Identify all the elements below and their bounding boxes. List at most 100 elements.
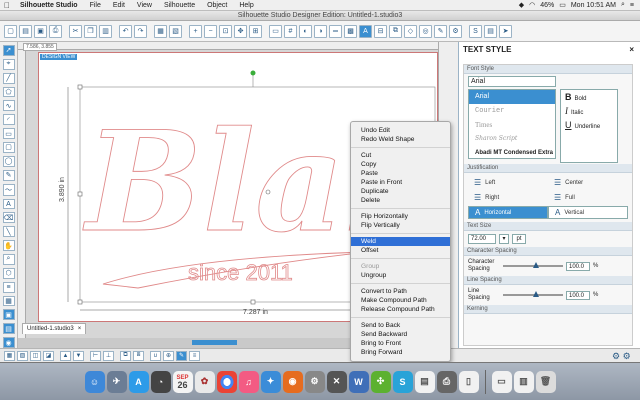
word-icon[interactable]: W xyxy=(348,370,369,393)
dropbox-icon[interactable]: ◆ xyxy=(519,1,524,9)
handle-bottom-left[interactable] xyxy=(77,299,83,305)
arc-tool-icon[interactable]: ◜ xyxy=(2,114,15,126)
align-center-icon[interactable]: ⊥ xyxy=(103,350,114,361)
menu-item-duplicate[interactable]: Duplicate xyxy=(351,187,450,196)
trash-icon[interactable]: 🗑 xyxy=(535,370,556,393)
vertical-text-option[interactable]: A Vertical xyxy=(548,206,628,219)
rounded-rect-tool-icon[interactable]: ▢ xyxy=(2,142,15,153)
store-view-toggle-icon[interactable]: ◉ xyxy=(2,337,15,349)
menu-item-flip-vertically[interactable]: Flip Vertically xyxy=(351,221,450,230)
font-item-abadi[interactable]: Abadi MT Condensed Extra xyxy=(469,146,555,160)
justify-right-option[interactable]: ☰ Right xyxy=(468,191,548,204)
menu-item-redo-weld-shape[interactable]: Redo Weld Shape xyxy=(351,135,450,144)
page-setup-icon[interactable]: ▭ xyxy=(269,24,282,38)
menu-file[interactable]: File xyxy=(84,2,107,9)
menu-item-paste[interactable]: Paste xyxy=(351,169,450,178)
cut-border-icon[interactable]: ▦ xyxy=(2,295,15,307)
zoom-tool-icon[interactable]: ⌕ xyxy=(2,254,15,265)
modify-icon[interactable]: ◇ xyxy=(404,24,417,38)
text-size-unit[interactable]: pt xyxy=(512,234,526,244)
font-item-arial[interactable]: Arial xyxy=(469,90,555,104)
text-style-icon[interactable]: A xyxy=(359,24,372,38)
underline-option[interactable]: U Underline xyxy=(561,118,617,132)
printer-icon[interactable]: ⎙ xyxy=(436,370,457,393)
ungroup-icon[interactable]: ▧ xyxy=(17,350,28,361)
downloads-icon[interactable]: ▭ xyxy=(491,370,512,393)
horizontal-scrollbar[interactable] xyxy=(192,340,237,345)
undo-icon[interactable]: ↶ xyxy=(119,24,132,38)
handle-bottom-mid[interactable] xyxy=(250,299,256,305)
notifications-icon[interactable]: ≡ xyxy=(630,2,634,9)
zoom-box-icon[interactable]: ⊡ xyxy=(219,24,232,38)
menu-item-cut[interactable]: Cut xyxy=(351,151,450,160)
copy-icon[interactable]: ❐ xyxy=(84,24,97,38)
apple-icon[interactable]:  xyxy=(0,1,14,10)
cut-icon[interactable]: ✂ xyxy=(69,24,82,38)
utility-icon[interactable]: ✕ xyxy=(326,370,347,393)
offset-icon[interactable]: ◎ xyxy=(419,24,432,38)
polygon-tool-icon[interactable]: ⬠ xyxy=(2,86,15,98)
menu-item-weld[interactable]: Weld xyxy=(351,237,450,246)
font-name-input[interactable]: Arial xyxy=(468,76,556,87)
horizontal-text-option[interactable]: A Horizontal xyxy=(468,206,548,219)
rectangle-tool-icon[interactable]: ▭ xyxy=(2,128,15,140)
character-spacing-input[interactable]: 100.0 xyxy=(566,261,590,271)
grid-icon[interactable]: # xyxy=(284,24,297,38)
fill-color-icon[interactable]: ◐ xyxy=(299,24,312,38)
app-store-icon[interactable]: A xyxy=(128,370,149,393)
cut-settings-icon[interactable]: ⚙ xyxy=(449,24,462,38)
menu-view[interactable]: View xyxy=(131,2,158,9)
app-green-icon[interactable]: ✣ xyxy=(370,370,391,393)
library-view-toggle-icon[interactable]: ▤ xyxy=(2,323,15,335)
layer-icon[interactable]: ≡ xyxy=(2,281,15,293)
save-icon[interactable]: ▣ xyxy=(34,24,47,38)
library-icon[interactable]: ▤ xyxy=(484,24,497,38)
system-preferences-icon[interactable]: ⚙ xyxy=(304,370,325,393)
launchpad-icon[interactable]: ✈ xyxy=(106,370,127,393)
menu-item-convert-to-path[interactable]: Convert to Path xyxy=(351,287,450,296)
new-icon[interactable]: ▢ xyxy=(4,24,17,38)
send-back-icon[interactable]: ▼ xyxy=(73,350,84,361)
italic-option[interactable]: I Italic xyxy=(561,104,617,118)
pan-icon[interactable]: ✥ xyxy=(234,24,247,38)
select-icon[interactable]: ▦ xyxy=(154,24,167,38)
text-size-input[interactable]: 72.00 xyxy=(468,234,496,244)
menu-item-delete[interactable]: Delete xyxy=(351,196,450,205)
zoom-out-icon[interactable]: − xyxy=(204,24,217,38)
bold-option[interactable]: B Bold xyxy=(561,90,617,104)
redo-icon[interactable]: ↷ xyxy=(134,24,147,38)
weld-icon[interactable]: ∪ xyxy=(150,350,161,361)
close-tab-icon[interactable]: × xyxy=(78,326,82,332)
folder-icon[interactable]: ▥ xyxy=(513,370,534,393)
replicate-left-icon[interactable]: ⧉ xyxy=(120,350,131,361)
paste-icon[interactable]: ▥ xyxy=(99,24,112,38)
design-view-toggle-icon[interactable]: ▣ xyxy=(2,309,15,321)
handle-top-left[interactable] xyxy=(77,84,83,90)
align-icon[interactable]: ⊟ xyxy=(374,24,387,38)
menu-item-release-compound-path[interactable]: Release Compound Path xyxy=(351,305,450,314)
ellipse-tool-icon[interactable]: ◯ xyxy=(2,155,15,167)
menu-item-make-compound-path[interactable]: Make Compound Path xyxy=(351,296,450,305)
wifi-icon[interactable]: ◠ xyxy=(529,1,535,9)
spotlight-icon[interactable]: ⌕ xyxy=(621,1,625,9)
edit-points-icon[interactable]: ⌖ xyxy=(2,58,15,70)
clock[interactable]: Mon 10:51 AM xyxy=(571,2,616,9)
font-item-sharon-script[interactable]: Sharon Script xyxy=(469,132,555,146)
edit-shape-icon[interactable]: ✎ xyxy=(176,350,187,361)
zoom-in-icon[interactable]: + xyxy=(189,24,202,38)
menu-object[interactable]: Object xyxy=(201,2,233,9)
smooth-freehand-icon[interactable]: 〜 xyxy=(2,183,15,196)
calendar-icon[interactable]: SEP 26 xyxy=(172,370,193,393)
chrome-icon[interactable] xyxy=(216,370,237,393)
finder-icon[interactable]: ☺ xyxy=(84,370,105,393)
pointer-tool-icon[interactable]: ➚ xyxy=(2,45,15,56)
line-spacing-slider[interactable] xyxy=(503,291,563,297)
line-spacing-input[interactable]: 100.0 xyxy=(566,290,590,300)
fit-page-icon[interactable]: ⊞ xyxy=(249,24,262,38)
bring-front-icon[interactable]: ▲ xyxy=(60,350,71,361)
compound-icon[interactable]: ◫ xyxy=(30,350,41,361)
print-icon[interactable]: ⎙ xyxy=(49,24,62,38)
replicate-right-icon[interactable]: ⧈ xyxy=(133,350,144,361)
release-compound-icon[interactable]: ◪ xyxy=(43,350,54,361)
shape-library-icon[interactable]: ⬡ xyxy=(2,267,15,279)
